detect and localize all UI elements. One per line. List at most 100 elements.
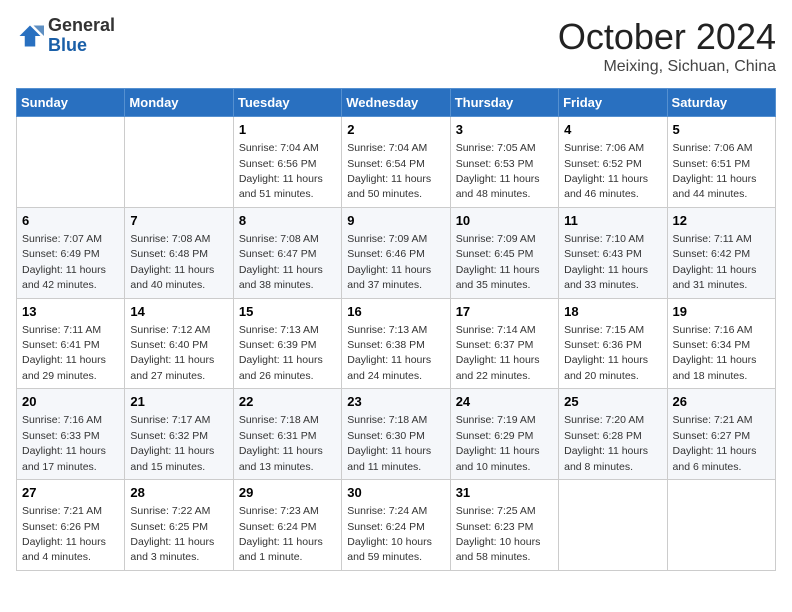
logo-text: General Blue	[48, 16, 115, 56]
day-info: Sunrise: 7:16 AM Sunset: 6:33 PM Dayligh…	[22, 414, 106, 472]
day-number: 20	[22, 393, 119, 411]
calendar-day-25: 25Sunrise: 7:20 AM Sunset: 6:28 PM Dayli…	[559, 389, 667, 480]
calendar-day-13: 13 Sunrise: 7:11 AM Sunset: 6:41 PM Dayli…	[17, 298, 125, 389]
day-info: Sunrise: 7:13 AM Sunset: 6:39 PM Dayligh…	[239, 324, 323, 382]
calendar-day-empty	[559, 480, 667, 571]
day-number: 27	[22, 484, 119, 502]
day-number: 6	[22, 212, 119, 230]
calendar-day-empty	[125, 117, 233, 208]
day-info: Sunrise: 7:18 AM Sunset: 6:30 PM Dayligh…	[347, 414, 431, 472]
day-number: 17	[456, 303, 553, 321]
calendar-day-20: 20 Sunrise: 7:16 AM Sunset: 6:33 PM Dayli…	[17, 389, 125, 480]
calendar-week-row: 1Sunrise: 7:04 AM Sunset: 6:56 PM Daylig…	[17, 117, 776, 208]
day-number: 16	[347, 303, 444, 321]
calendar-day-14: 14 Sunrise: 7:12 AM Sunset: 6:40 PM Dayli…	[125, 298, 233, 389]
calendar-day-24: 24 Sunrise: 7:19 AM Sunset: 6:29 PM Dayli…	[450, 389, 558, 480]
day-info: Sunrise: 7:16 AM Sunset: 6:34 PM Dayligh…	[673, 324, 757, 382]
weekday-header-sunday: Sunday	[17, 89, 125, 117]
page-header: General Blue October 2024 Meixing, Sichu…	[16, 16, 776, 76]
day-number: 29	[239, 484, 336, 502]
calendar-day-30: 30 Sunrise: 7:24 AM Sunset: 6:24 PM Dayli…	[342, 480, 450, 571]
calendar-day-15: 15 Sunrise: 7:13 AM Sunset: 6:39 PM Dayli…	[233, 298, 341, 389]
calendar-day-1: 1Sunrise: 7:04 AM Sunset: 6:56 PM Daylig…	[233, 117, 341, 208]
calendar-day-6: 6Sunrise: 7:07 AM Sunset: 6:49 PM Daylig…	[17, 207, 125, 298]
day-info: Sunrise: 7:08 AM Sunset: 6:47 PM Dayligh…	[239, 233, 323, 291]
weekday-header-row: SundayMondayTuesdayWednesdayThursdayFrid…	[17, 89, 776, 117]
day-info: Sunrise: 7:04 AM Sunset: 6:54 PM Dayligh…	[347, 142, 431, 200]
month-title: October 2024	[558, 16, 776, 58]
calendar-table: SundayMondayTuesdayWednesdayThursdayFrid…	[16, 88, 776, 571]
day-number: 14	[130, 303, 227, 321]
day-info: Sunrise: 7:21 AM Sunset: 6:27 PM Dayligh…	[673, 414, 757, 472]
calendar-day-29: 29 Sunrise: 7:23 AM Sunset: 6:24 PM Dayli…	[233, 480, 341, 571]
calendar-day-8: 8 Sunrise: 7:08 AM Sunset: 6:47 PM Daylig…	[233, 207, 341, 298]
logo-blue-text: Blue	[48, 35, 87, 55]
calendar-day-9: 9Sunrise: 7:09 AM Sunset: 6:46 PM Daylig…	[342, 207, 450, 298]
logo-icon	[16, 22, 44, 50]
day-info: Sunrise: 7:13 AM Sunset: 6:38 PM Dayligh…	[347, 324, 431, 382]
weekday-header-saturday: Saturday	[667, 89, 775, 117]
weekday-header-tuesday: Tuesday	[233, 89, 341, 117]
day-number: 30	[347, 484, 444, 502]
calendar-day-27: 27 Sunrise: 7:21 AM Sunset: 6:26 PM Dayli…	[17, 480, 125, 571]
calendar-day-empty	[667, 480, 775, 571]
day-number: 13	[22, 303, 119, 321]
day-number: 24	[456, 393, 553, 411]
day-info: Sunrise: 7:11 AM Sunset: 6:41 PM Dayligh…	[22, 324, 106, 382]
calendar-day-31: 31 Sunrise: 7:25 AM Sunset: 6:23 PM Dayli…	[450, 480, 558, 571]
calendar-week-row: 13 Sunrise: 7:11 AM Sunset: 6:41 PM Dayli…	[17, 298, 776, 389]
location: Meixing, Sichuan, China	[558, 58, 776, 76]
day-info: Sunrise: 7:09 AM Sunset: 6:46 PM Dayligh…	[347, 233, 431, 291]
day-info: Sunrise: 7:17 AM Sunset: 6:32 PM Dayligh…	[130, 414, 214, 472]
day-info: Sunrise: 7:18 AM Sunset: 6:31 PM Dayligh…	[239, 414, 323, 472]
calendar-day-4: 4 Sunrise: 7:06 AM Sunset: 6:52 PM Daylig…	[559, 117, 667, 208]
weekday-header-friday: Friday	[559, 89, 667, 117]
day-number: 2	[347, 121, 444, 139]
weekday-header-thursday: Thursday	[450, 89, 558, 117]
calendar-day-12: 12Sunrise: 7:11 AM Sunset: 6:42 PM Dayli…	[667, 207, 775, 298]
calendar-day-26: 26Sunrise: 7:21 AM Sunset: 6:27 PM Dayli…	[667, 389, 775, 480]
day-number: 5	[673, 121, 770, 139]
calendar-day-empty	[17, 117, 125, 208]
day-number: 10	[456, 212, 553, 230]
day-info: Sunrise: 7:04 AM Sunset: 6:56 PM Dayligh…	[239, 142, 323, 200]
calendar-day-21: 21 Sunrise: 7:17 AM Sunset: 6:32 PM Dayli…	[125, 389, 233, 480]
calendar-day-2: 2 Sunrise: 7:04 AM Sunset: 6:54 PM Daylig…	[342, 117, 450, 208]
day-number: 8	[239, 212, 336, 230]
calendar-day-18: 18 Sunrise: 7:15 AM Sunset: 6:36 PM Dayli…	[559, 298, 667, 389]
day-info: Sunrise: 7:15 AM Sunset: 6:36 PM Dayligh…	[564, 324, 648, 382]
calendar-day-19: 19Sunrise: 7:16 AM Sunset: 6:34 PM Dayli…	[667, 298, 775, 389]
day-info: Sunrise: 7:25 AM Sunset: 6:23 PM Dayligh…	[456, 505, 541, 563]
day-info: Sunrise: 7:21 AM Sunset: 6:26 PM Dayligh…	[22, 505, 106, 563]
day-info: Sunrise: 7:19 AM Sunset: 6:29 PM Dayligh…	[456, 414, 540, 472]
day-number: 15	[239, 303, 336, 321]
day-number: 18	[564, 303, 661, 321]
day-info: Sunrise: 7:09 AM Sunset: 6:45 PM Dayligh…	[456, 233, 540, 291]
day-number: 4	[564, 121, 661, 139]
calendar-day-22: 22Sunrise: 7:18 AM Sunset: 6:31 PM Dayli…	[233, 389, 341, 480]
day-number: 31	[456, 484, 553, 502]
day-number: 3	[456, 121, 553, 139]
day-number: 23	[347, 393, 444, 411]
weekday-header-wednesday: Wednesday	[342, 89, 450, 117]
day-number: 21	[130, 393, 227, 411]
calendar-week-row: 20 Sunrise: 7:16 AM Sunset: 6:33 PM Dayli…	[17, 389, 776, 480]
calendar-week-row: 27 Sunrise: 7:21 AM Sunset: 6:26 PM Dayli…	[17, 480, 776, 571]
day-info: Sunrise: 7:10 AM Sunset: 6:43 PM Dayligh…	[564, 233, 648, 291]
weekday-header-monday: Monday	[125, 89, 233, 117]
calendar-day-17: 17 Sunrise: 7:14 AM Sunset: 6:37 PM Dayli…	[450, 298, 558, 389]
day-info: Sunrise: 7:12 AM Sunset: 6:40 PM Dayligh…	[130, 324, 214, 382]
day-info: Sunrise: 7:23 AM Sunset: 6:24 PM Dayligh…	[239, 505, 323, 563]
day-info: Sunrise: 7:05 AM Sunset: 6:53 PM Dayligh…	[456, 142, 540, 200]
day-number: 12	[673, 212, 770, 230]
calendar-week-row: 6Sunrise: 7:07 AM Sunset: 6:49 PM Daylig…	[17, 207, 776, 298]
calendar-day-7: 7Sunrise: 7:08 AM Sunset: 6:48 PM Daylig…	[125, 207, 233, 298]
calendar-day-28: 28Sunrise: 7:22 AM Sunset: 6:25 PM Dayli…	[125, 480, 233, 571]
calendar-day-10: 10 Sunrise: 7:09 AM Sunset: 6:45 PM Dayli…	[450, 207, 558, 298]
day-info: Sunrise: 7:14 AM Sunset: 6:37 PM Dayligh…	[456, 324, 540, 382]
logo-general-text: General	[48, 15, 115, 35]
day-info: Sunrise: 7:06 AM Sunset: 6:52 PM Dayligh…	[564, 142, 648, 200]
day-info: Sunrise: 7:24 AM Sunset: 6:24 PM Dayligh…	[347, 505, 432, 563]
day-info: Sunrise: 7:08 AM Sunset: 6:48 PM Dayligh…	[130, 233, 214, 291]
day-info: Sunrise: 7:22 AM Sunset: 6:25 PM Dayligh…	[130, 505, 214, 563]
